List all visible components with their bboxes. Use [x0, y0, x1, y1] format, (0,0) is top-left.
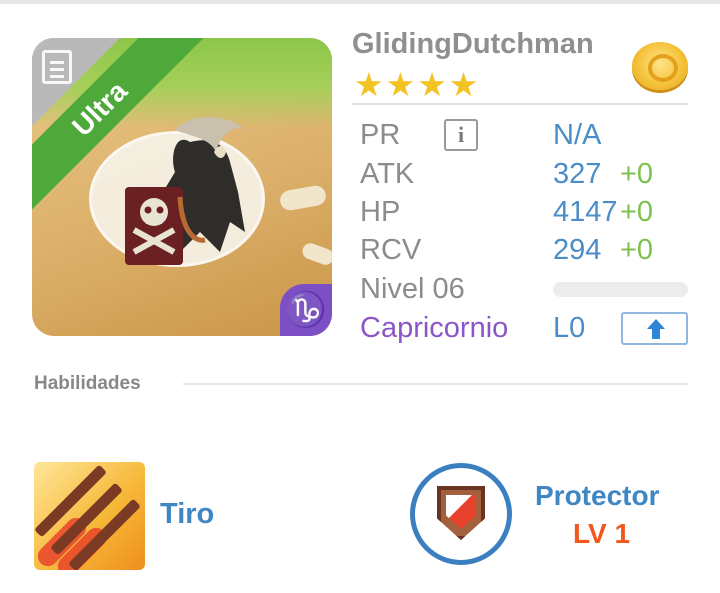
zodiac-name: Capricornio [360, 312, 509, 344]
gold-coin-icon[interactable] [632, 42, 688, 90]
rcv-bonus: +0 [620, 234, 654, 266]
star-rating: ★★★★ [354, 68, 480, 101]
hp-label: HP [360, 196, 401, 228]
pr-value: N/A [553, 119, 602, 151]
leader-skill-level: LV 1 [573, 518, 631, 549]
skills-divider [183, 383, 688, 385]
bone-decoration [300, 241, 332, 267]
star-icon: ★ [448, 66, 481, 103]
header-divider [352, 103, 688, 105]
hp-bonus: +0 [620, 196, 654, 228]
calendar-icon[interactable] [42, 50, 72, 84]
star-icon: ★ [417, 66, 449, 103]
pr-label: PR [360, 119, 401, 151]
arrow-up-icon[interactable] [621, 312, 688, 345]
rcv-value: 294 [553, 234, 602, 266]
level-label: Nivel 06 [360, 273, 465, 305]
zodiac-badge: ♑ [280, 284, 332, 336]
info-icon[interactable]: i [444, 119, 478, 151]
atk-label: ATK [360, 158, 415, 190]
bone-decoration [278, 184, 328, 212]
level-progress-bar [553, 282, 688, 297]
atk-bonus: +0 [620, 158, 654, 190]
hp-value: 4147 [553, 196, 618, 228]
star-icon: ★ [354, 66, 386, 103]
active-skill-name[interactable]: Tiro [160, 498, 214, 531]
leader-skill-name[interactable]: Protector [535, 480, 659, 512]
top-divider [0, 0, 720, 4]
leader-skill-icon[interactable] [410, 463, 512, 565]
active-skill-icon[interactable] [34, 462, 145, 570]
ghost-pirate-image [125, 117, 245, 265]
monster-portrait[interactable]: Ultra ♑ [32, 38, 332, 336]
monster-name: GlidingDutchman [352, 28, 594, 60]
limit-break-value: L0 [553, 312, 586, 344]
skills-heading: Habilidades [34, 373, 141, 394]
atk-value: 327 [553, 158, 602, 190]
star-icon: ★ [385, 66, 418, 103]
rcv-label: RCV [360, 234, 422, 266]
